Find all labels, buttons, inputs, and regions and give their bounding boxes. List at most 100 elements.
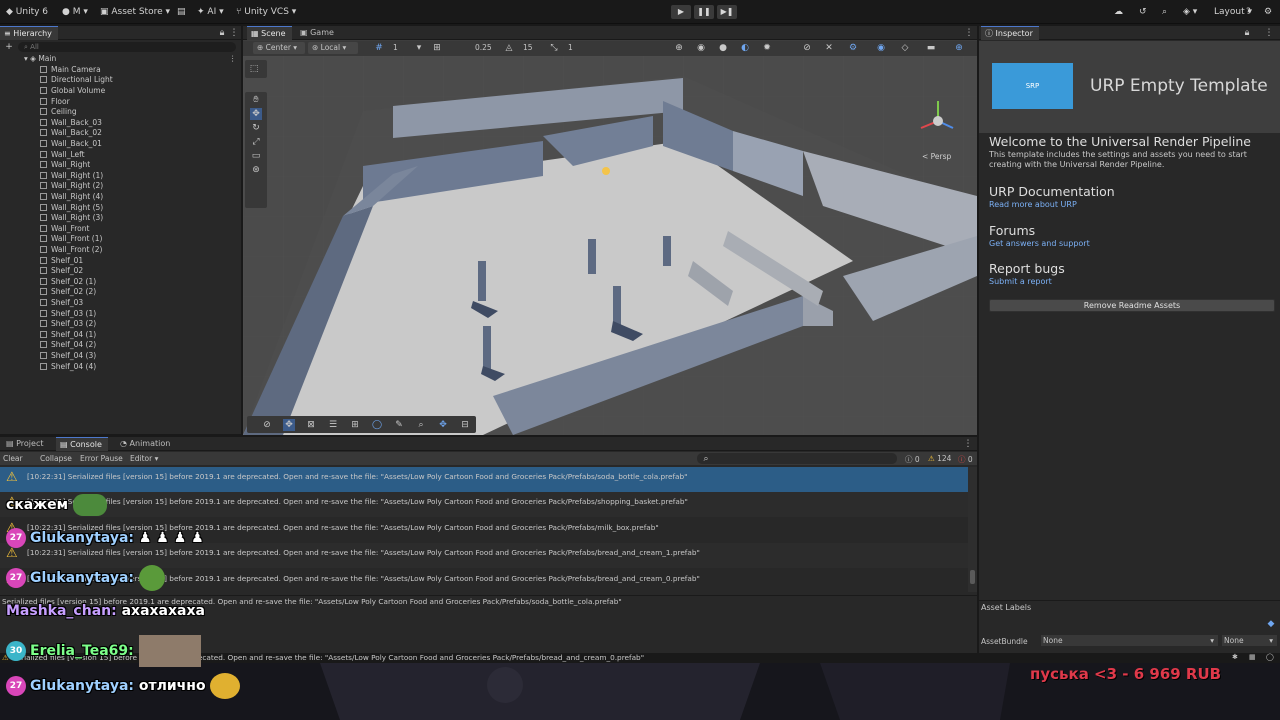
grid-snap-icon[interactable]: ⊞: [349, 419, 361, 431]
error-pause-button[interactable]: Error Pause: [80, 454, 123, 463]
more-icon[interactable]: ⋮: [229, 54, 237, 65]
step-button[interactable]: ▶❚: [717, 5, 737, 19]
hierarchy-item[interactable]: Floor: [0, 97, 241, 108]
pivot-dropdown[interactable]: ⊕ Center ▾: [253, 42, 305, 54]
hierarchy-item[interactable]: Shelf_03: [0, 298, 241, 309]
hierarchy-item[interactable]: Shelf_04 (3): [0, 351, 241, 362]
hierarchy-item[interactable]: Wall_Front (2): [0, 245, 241, 256]
more-icon[interactable]: ⋮: [962, 438, 974, 450]
remove-readme-button[interactable]: Remove Readme Assets: [989, 299, 1275, 312]
more-icon[interactable]: ⋮: [1263, 27, 1275, 39]
tools-icon[interactable]: ✕: [823, 42, 835, 54]
rect-tool-icon[interactable]: ▭: [250, 150, 262, 162]
effects-icon[interactable]: ✹: [761, 42, 773, 54]
tab-game[interactable]: ▣ Game: [296, 26, 340, 40]
error-count[interactable]: ⓘ 0: [958, 454, 973, 465]
asset-variant-dropdown[interactable]: None ▾: [1222, 635, 1277, 646]
lock-icon[interactable]: 🔒︎: [216, 27, 228, 39]
visibility-icon[interactable]: ◉: [875, 42, 887, 54]
render-icon[interactable]: ◇: [899, 42, 911, 54]
overlay-icon[interactable]: ▬: [925, 42, 937, 54]
asset-store-button[interactable]: ▣ Asset Store ▾: [100, 5, 170, 19]
hand-tool-icon[interactable]: ✋︎: [250, 94, 262, 106]
gizmos-icon[interactable]: ⊕: [953, 42, 965, 54]
tab-inspector[interactable]: ⓘ Inspector: [981, 26, 1039, 40]
hierarchy-item[interactable]: Wall_Right (5): [0, 203, 241, 214]
progress-icon[interactable]: ◯: [1266, 653, 1274, 661]
scale-snap-value[interactable]: 1: [568, 43, 573, 52]
bugs-link[interactable]: Submit a report: [989, 277, 1052, 286]
hierarchy-item[interactable]: Shelf_03 (1): [0, 309, 241, 320]
hierarchy-item[interactable]: Wall_Back_03: [0, 118, 241, 129]
hierarchy-item[interactable]: Wall_Right (1): [0, 171, 241, 182]
hierarchy-item[interactable]: Shelf_02 (1): [0, 277, 241, 288]
tab-hierarchy[interactable]: ≡ Hierarchy: [0, 26, 58, 40]
frame-icon[interactable]: ⊟: [459, 419, 471, 431]
help-icon[interactable]: ?: [1246, 5, 1251, 19]
hierarchy-item[interactable]: Shelf_03 (2): [0, 319, 241, 330]
scale-snap-icon[interactable]: ⤡: [548, 42, 560, 54]
forums-link[interactable]: Get answers and support: [989, 239, 1090, 248]
perspective-label[interactable]: < Persp: [922, 152, 951, 161]
rotate-snap-value[interactable]: 15: [523, 43, 533, 52]
hierarchy-item[interactable]: Wall_Back_02: [0, 128, 241, 139]
network-icon[interactable]: ▦: [1249, 653, 1256, 661]
play-button[interactable]: ▶: [671, 5, 691, 19]
hierarchy-item[interactable]: Wall_Right (3): [0, 213, 241, 224]
history-icon[interactable]: ↺: [1139, 5, 1147, 19]
snap-settings-icon[interactable]: ⊘: [261, 419, 273, 431]
hierarchy-item[interactable]: Shelf_04 (1): [0, 330, 241, 341]
snap-icon[interactable]: ⊞: [431, 42, 443, 54]
editor-dropdown[interactable]: Editor ▾: [130, 454, 158, 463]
snap-value[interactable]: 0.25: [475, 43, 492, 52]
hierarchy-item[interactable]: Wall_Right (2): [0, 181, 241, 192]
console-log-row[interactable]: ⚠[10:22:31] Serialized files [version 15…: [0, 492, 968, 518]
scale-tool-icon[interactable]: ⤢: [250, 136, 262, 148]
more-icon[interactable]: ⋮: [228, 27, 240, 39]
pause-button[interactable]: ❚❚: [694, 5, 714, 19]
info-count[interactable]: ⓘ 0: [905, 454, 920, 465]
draw-mode-icon[interactable]: ⊕: [673, 42, 685, 54]
probe-icon[interactable]: ⊠: [305, 419, 317, 431]
lock-icon[interactable]: 🔒︎: [1241, 27, 1253, 39]
tab-animation[interactable]: ◔ Animation: [116, 437, 176, 451]
grid-dropdown-icon[interactable]: ▾: [413, 42, 425, 54]
hierarchy-item[interactable]: Directional Light: [0, 75, 241, 86]
rotate-snap-icon[interactable]: ◬: [503, 42, 515, 54]
scene-viewport[interactable]: < Persp ⬚ ✋︎ ✥ ↻ ⤢ ▭ ⊛ ⊘ ✥ ⊠ ☰ ⊞ ◯ ✎ ⌕ ✥…: [243, 56, 977, 435]
2d-icon[interactable]: ◉: [695, 42, 707, 54]
move-handle-icon[interactable]: ✥: [283, 419, 295, 431]
label-icon[interactable]: ◆: [1265, 618, 1277, 630]
console-log-row[interactable]: ⚠[10:22:31] Serialized files [version 15…: [0, 467, 968, 492]
scrollbar-thumb[interactable]: [970, 570, 975, 584]
cloud-icon[interactable]: ☁: [1114, 5, 1123, 19]
camera-icon[interactable]: ⚙: [847, 42, 859, 54]
collapse-button[interactable]: Collapse: [40, 454, 72, 463]
clear-button[interactable]: Clear: [3, 454, 23, 463]
grid-size-value[interactable]: 1: [393, 43, 398, 52]
layers-button[interactable]: ◈ ▾: [1183, 5, 1197, 19]
account-button[interactable]: ◆ Unity 6: [6, 5, 48, 19]
more-icon[interactable]: ⋮: [963, 27, 975, 39]
hierarchy-item[interactable]: Wall_Right: [0, 160, 241, 171]
settings-icon[interactable]: ⚙: [1264, 5, 1272, 19]
hierarchy-item[interactable]: Global Volume: [0, 86, 241, 97]
asset-bundle-dropdown[interactable]: None ▾: [1041, 635, 1218, 646]
tab-scene[interactable]: ▦ Scene: [247, 26, 292, 40]
hierarchy-item[interactable]: Wall_Front: [0, 224, 241, 235]
tab-console[interactable]: ▤ Console: [56, 437, 108, 451]
hierarchy-item[interactable]: Wall_Front (1): [0, 234, 241, 245]
hierarchy-item[interactable]: Shelf_04 (2): [0, 340, 241, 351]
hidden-objects-icon[interactable]: ⊘: [801, 42, 813, 54]
hierarchy-item[interactable]: Main Camera: [0, 65, 241, 76]
hierarchy-item[interactable]: Shelf_02 (2): [0, 287, 241, 298]
grid-icon[interactable]: #: [373, 42, 385, 54]
console-search-input[interactable]: ⌕: [697, 453, 897, 464]
orbit-icon[interactable]: ◯: [371, 419, 383, 431]
align-icon[interactable]: ☰: [327, 419, 339, 431]
search-icon[interactable]: ⌕: [1162, 5, 1167, 19]
debug-icon[interactable]: ✱: [1232, 653, 1238, 661]
hierarchy-item[interactable]: Shelf_04 (4): [0, 362, 241, 373]
hierarchy-item[interactable]: Shelf_02: [0, 266, 241, 277]
vcs-button[interactable]: ⑂ Unity VCS ▾: [236, 5, 296, 19]
